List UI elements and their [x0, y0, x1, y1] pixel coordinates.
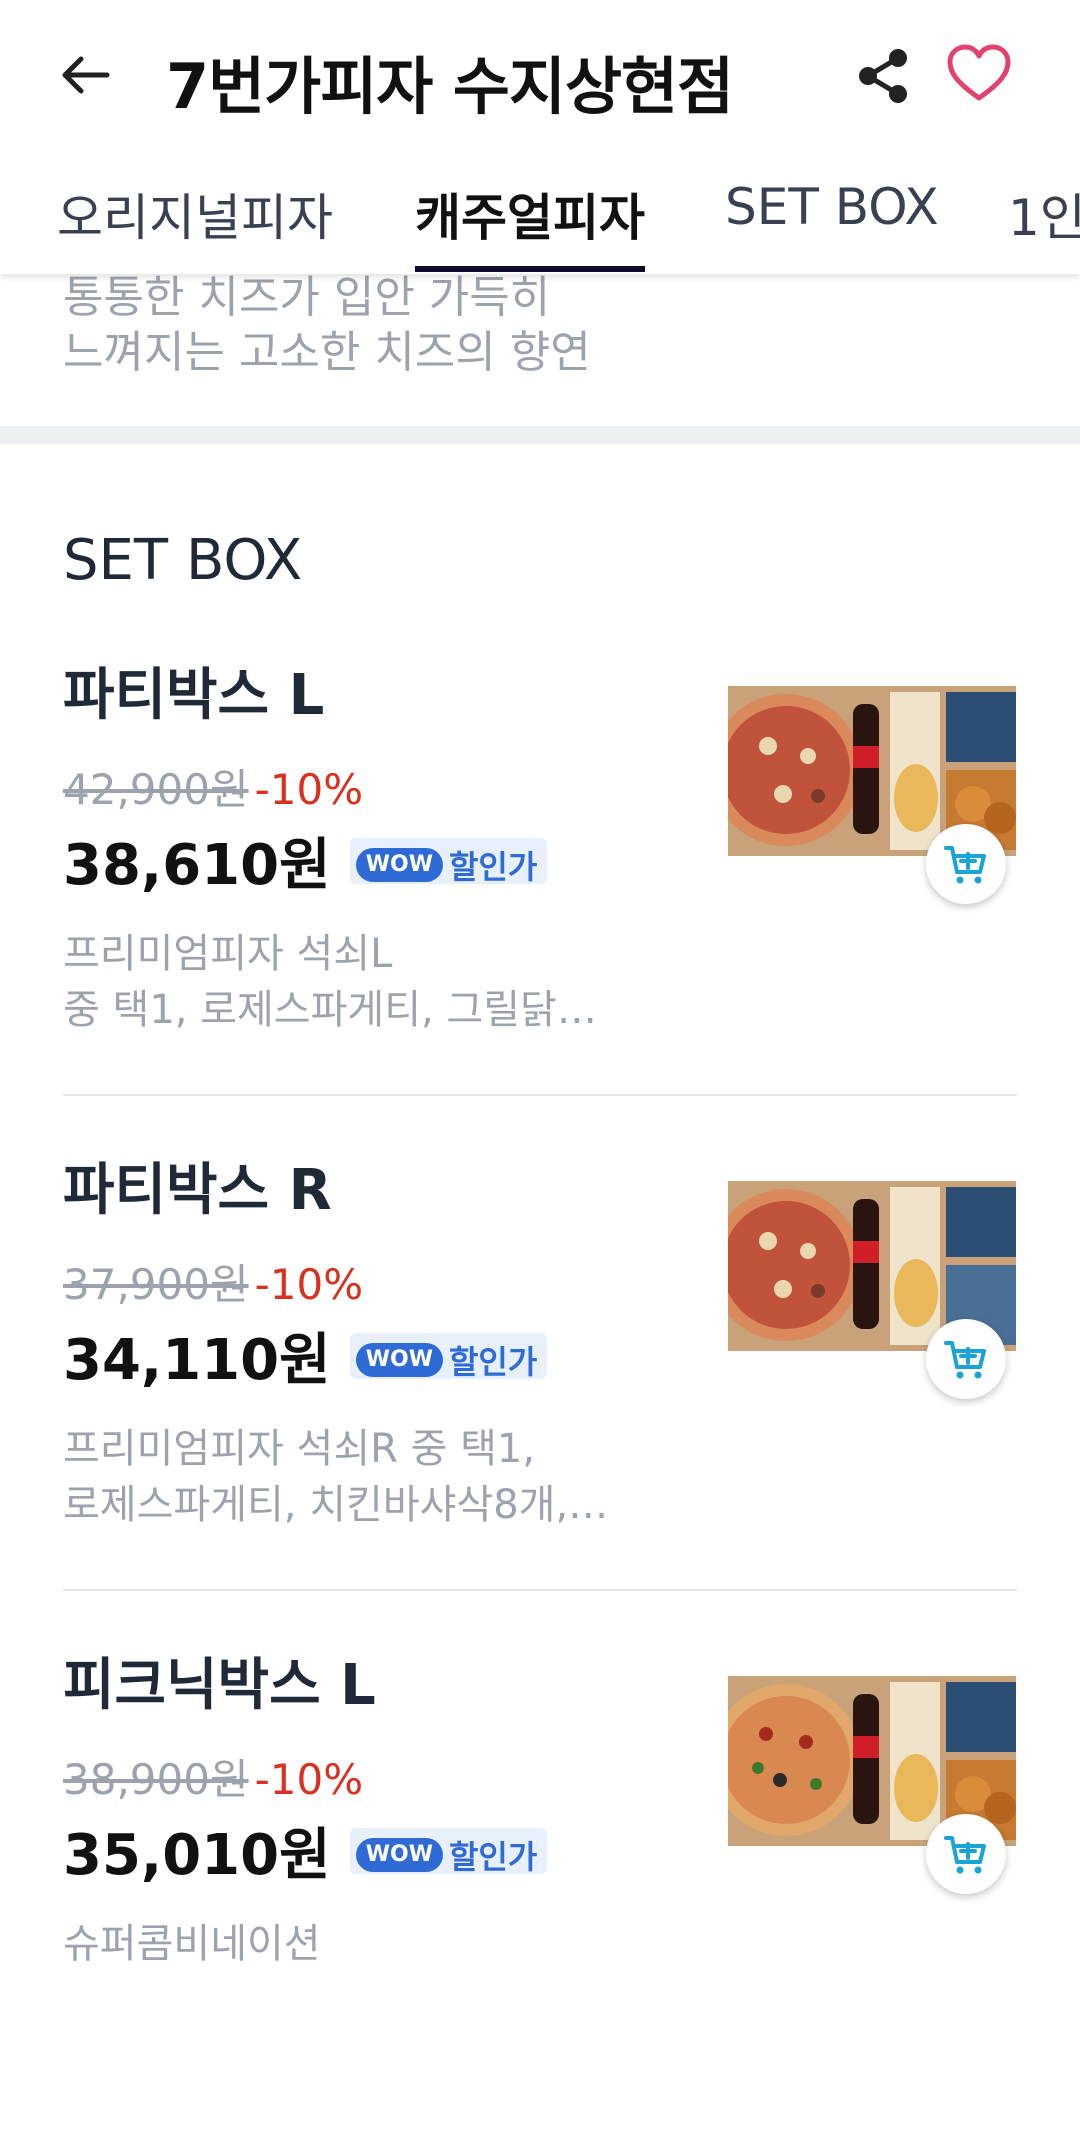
heart-icon — [947, 44, 1011, 101]
original-price: 37,900원 — [63, 1260, 249, 1309]
menu-item[interactable]: 피크닉박스 L 38,900원 -10% 35,010원 WOW 할인가 슈퍼콤비네… — [0, 1640, 1080, 2135]
cart-plus-icon — [944, 846, 986, 884]
tab-original-pizza[interactable]: 오리지널피자 — [57, 178, 333, 272]
sale-price: 35,010원 — [63, 1823, 331, 1888]
item-description: 프리미엄피자 석쇠R 중 택1, 로제스파게티, 치킨바샤삭8개,… — [63, 1421, 703, 1533]
share-icon — [859, 49, 907, 103]
original-price-row: 38,900원 -10% — [63, 1746, 363, 1807]
sale-price: 38,610원 — [63, 833, 331, 898]
original-price: 42,900원 — [63, 765, 249, 814]
price-row: 35,010원 WOW 할인가 — [63, 1810, 548, 1888]
wow-badge: WOW 할인가 — [349, 837, 548, 886]
wow-label: WOW — [355, 1837, 443, 1872]
section-divider — [0, 426, 1080, 444]
category-tabs: 오리지널피자 캐주얼피자 SET BOX 1인 — [0, 150, 1080, 274]
tab-set-box[interactable]: SET BOX — [725, 178, 939, 272]
cart-plus-icon — [944, 1836, 986, 1874]
item-name: 파티박스 L — [63, 663, 325, 728]
add-to-cart-button[interactable] — [926, 1814, 1006, 1894]
item-description: 프리미엄피자 석쇠L 중 택1, 로제스파게티, 그릴닭… — [63, 926, 703, 1038]
description-line: 프리미엄피자 석쇠L — [63, 931, 393, 977]
original-price: 38,900원 — [63, 1755, 249, 1804]
item-separator — [63, 1094, 1017, 1096]
description-line: 로제스파게티, 치킨바샤삭8개,… — [63, 1482, 609, 1528]
tab-single[interactable]: 1인 — [1008, 178, 1080, 272]
discount-rate: -10% — [254, 1260, 364, 1309]
tab-casual-pizza[interactable]: 캐주얼피자 — [415, 178, 645, 272]
discount-rate: -10% — [254, 765, 364, 814]
item-separator — [63, 1589, 1017, 1591]
menu-item[interactable]: 파티박스 R 37,900원 -10% 34,110원 WOW 할인가 프리미엄피자… — [0, 1145, 1080, 1640]
original-price-row: 42,900원 -10% — [63, 756, 363, 817]
sale-price: 34,110원 — [63, 1328, 331, 1393]
wow-discount-label: 할인가 — [448, 1342, 538, 1381]
arrow-left-icon — [62, 56, 110, 94]
description-line: 중 택1, 로제스파게티, 그릴닭… — [63, 987, 597, 1033]
page-title: 7번가피자 수지상현점 — [166, 50, 734, 123]
description-line: 프리미엄피자 석쇠R 중 택1, — [63, 1426, 536, 1472]
discount-rate: -10% — [254, 1755, 364, 1804]
add-to-cart-button[interactable] — [926, 1319, 1006, 1399]
favorite-button[interactable] — [946, 44, 1012, 104]
add-to-cart-button[interactable] — [926, 824, 1006, 904]
app-header: 7번가피자 수지상현점 — [0, 0, 1080, 150]
item-name: 피크닉박스 L — [63, 1653, 376, 1718]
wow-discount-label: 할인가 — [448, 847, 538, 886]
menu-item[interactable]: 파티박스 L 42,900원 -10% 38,610원 WOW 할인가 프리미엄피자… — [0, 650, 1080, 1145]
wow-label: WOW — [355, 847, 443, 882]
item-description: 슈퍼콤비네이션 — [63, 1916, 703, 1972]
price-row: 38,610원 WOW 할인가 — [63, 820, 548, 898]
cart-plus-icon — [944, 1341, 986, 1379]
wow-label: WOW — [355, 1342, 443, 1377]
back-button[interactable] — [55, 50, 115, 100]
wow-badge: WOW 할인가 — [349, 1332, 548, 1381]
description-line: 슈퍼콤비네이션 — [63, 1921, 321, 1967]
previous-item-description: 통통한 치즈가 입안 가득히 느껴지는 고소한 치즈의 향연 — [63, 270, 591, 380]
section-title: SET BOX — [63, 528, 303, 593]
share-button[interactable] — [856, 46, 912, 106]
original-price-row: 37,900원 -10% — [63, 1251, 363, 1312]
description-line: 느껴지는 고소한 치즈의 향연 — [63, 327, 591, 378]
description-line: 통통한 치즈가 입안 가득히 — [63, 272, 551, 323]
wow-badge: WOW 할인가 — [349, 1827, 548, 1876]
item-name: 파티박스 R — [63, 1158, 332, 1223]
wow-discount-label: 할인가 — [448, 1837, 538, 1876]
price-row: 34,110원 WOW 할인가 — [63, 1315, 548, 1393]
